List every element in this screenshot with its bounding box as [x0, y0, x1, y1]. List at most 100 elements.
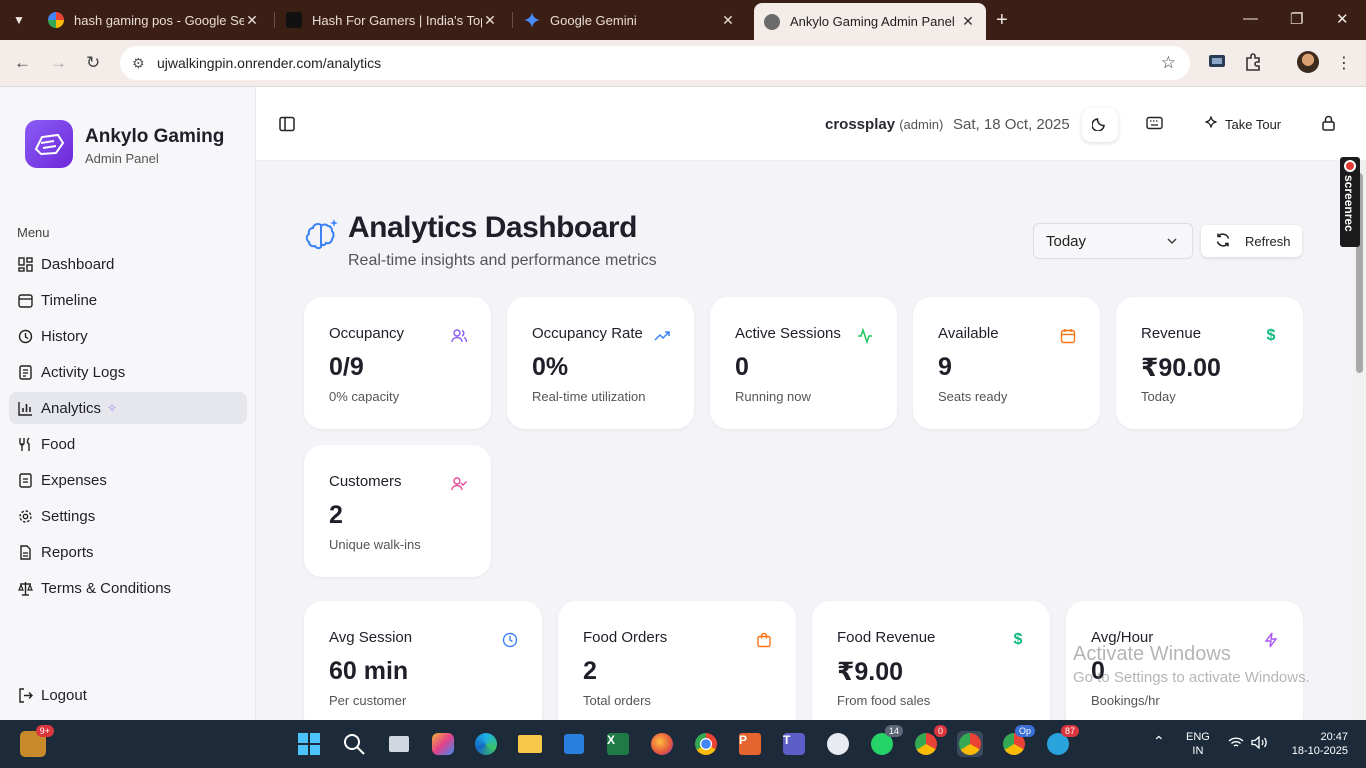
task-view-icon[interactable] [386, 731, 412, 757]
sidebar-item-settings[interactable]: Settings [9, 500, 247, 532]
sidebar-item-label: Dashboard [41, 255, 115, 273]
username-text: crossplay [825, 116, 896, 133]
lock-icon[interactable] [1321, 115, 1336, 136]
chrome-profile-icon[interactable]: 0 [913, 725, 947, 757]
history-icon [17, 328, 33, 344]
browser-tab[interactable]: Hash For Gamers | India's Top G ✕ [276, 3, 508, 37]
excel-icon[interactable]: X [605, 731, 631, 757]
logout-button[interactable]: Logout [9, 679, 247, 711]
refresh-button[interactable]: Refresh [1201, 225, 1302, 257]
card-title: Customers [329, 473, 402, 490]
activity-icon [857, 327, 873, 345]
list-icon [17, 364, 33, 380]
windows-taskbar: 9+ X P T 14 0 Op 87 ⌃ ENG IN 20:47 18-10… [0, 720, 1366, 768]
card-title: Food Orders [583, 629, 668, 646]
close-icon[interactable]: ✕ [244, 12, 260, 29]
globe-icon [764, 13, 780, 30]
sidebar-toggle-icon[interactable] [279, 116, 295, 137]
tab-search-button[interactable]: ▼ [8, 9, 30, 31]
minimize-icon[interactable]: — [1243, 10, 1258, 27]
sidebar-item-label: Food [41, 435, 76, 453]
tab-title: Hash For Gamers | India's Top G [312, 12, 482, 28]
widgets-icon[interactable]: 9+ [20, 725, 54, 757]
stat-card-food-revenue: Food Revenue $ ₹9.00 From food sales [812, 601, 1050, 720]
sidebar-item-dashboard[interactable]: Dashboard [9, 248, 247, 280]
card-value: ₹9.00 [837, 658, 904, 686]
browser-tab-active[interactable]: Ankylo Gaming Admin Panel ✕ [754, 3, 986, 40]
theme-toggle-button[interactable] [1082, 108, 1118, 142]
sidebar-item-label: Reports [41, 543, 94, 561]
close-icon[interactable]: ✕ [482, 12, 498, 29]
sidebar-item-reports[interactable]: Reports [9, 536, 247, 568]
keyboard-shortcuts-button[interactable] [1136, 108, 1172, 142]
sidebar-item-history[interactable]: History [9, 320, 247, 352]
sidebar-item-timeline[interactable]: Timeline [9, 284, 247, 316]
start-windows-icon[interactable] [296, 731, 322, 757]
tab-divider [512, 12, 513, 28]
telegram-icon[interactable]: 87 [1045, 725, 1079, 757]
sidebar: Ankylo Gaming Admin Panel Menu Dashboard… [0, 87, 256, 720]
chrome-icon[interactable] [693, 731, 719, 757]
file-icon [17, 544, 33, 560]
firefox-icon[interactable] [649, 731, 675, 757]
store-icon[interactable] [561, 731, 587, 757]
language-indicator[interactable]: ENG IN [1186, 730, 1210, 758]
whatsapp-icon[interactable]: 14 [869, 725, 903, 757]
address-bar-area: ← → ↻ ⚙ ujwalkingpin.onrender.com/analyt… [0, 40, 1366, 87]
powerpoint-icon[interactable]: P [737, 731, 763, 757]
tray-chevron-up-icon[interactable]: ⌃ [1153, 734, 1165, 748]
copilot-icon[interactable] [430, 731, 456, 757]
close-icon[interactable]: ✕ [960, 13, 976, 30]
volume-icon[interactable] [1251, 735, 1269, 753]
chrome-profile-2-icon[interactable]: Op [1001, 725, 1035, 757]
file-explorer-icon[interactable] [517, 731, 543, 757]
brand-subtitle: Admin Panel [85, 151, 159, 166]
window-close-icon[interactable]: ✕ [1336, 10, 1349, 28]
sidebar-item-analytics[interactable]: Analytics ✧ [9, 392, 247, 424]
sidebar-item-terms[interactable]: Terms & Conditions [9, 572, 247, 604]
card-value: 0 [735, 353, 749, 381]
main-content: Analytics Dashboard Real-time insights a… [256, 161, 1340, 720]
sidebar-item-label: Analytics [41, 399, 102, 417]
browser-menu-icon[interactable]: ⋮ [1336, 53, 1352, 73]
profile-avatar[interactable] [1297, 51, 1319, 73]
close-icon[interactable]: ✕ [720, 12, 736, 29]
browser-tab[interactable]: Google Gemini ✕ [514, 3, 746, 37]
speedometer-app-icon[interactable] [825, 731, 851, 757]
sidebar-item-label: Settings [41, 507, 96, 525]
screen-capture-extension-icon[interactable] [1208, 53, 1226, 74]
address-input[interactable]: ⚙ ujwalkingpin.onrender.com/analytics ☆ [120, 46, 1190, 80]
wifi-icon[interactable] [1228, 736, 1244, 753]
card-title: Active Sessions [735, 325, 841, 342]
back-icon[interactable]: ← [14, 53, 31, 73]
sidebar-item-expenses[interactable]: Expenses [9, 464, 247, 496]
clock[interactable]: 20:47 18-10-2025 [1284, 730, 1348, 758]
sidebar-item-label: Expenses [41, 471, 107, 489]
edge-icon[interactable] [473, 731, 499, 757]
new-tab-button[interactable]: + [996, 9, 1008, 31]
sidebar-item-activity-logs[interactable]: Activity Logs [9, 356, 247, 388]
period-select[interactable]: Today [1033, 223, 1193, 259]
chrome-active-icon[interactable] [957, 731, 983, 757]
screenrec-widget[interactable]: screenrec [1340, 157, 1360, 247]
bookmark-star-icon[interactable]: ☆ [1161, 53, 1176, 73]
brand-name: Ankylo Gaming [85, 126, 225, 147]
dollar-icon: $ [1013, 631, 1023, 648]
clock-time: 20:47 [1320, 731, 1348, 743]
url-text: ujwalkingpin.onrender.com/analytics [157, 55, 382, 71]
tab-title: hash gaming pos - Google Sear [74, 12, 244, 28]
search-icon[interactable] [341, 731, 367, 757]
restore-icon[interactable]: ❐ [1290, 10, 1303, 28]
sidebar-item-label: Activity Logs [41, 363, 126, 381]
windows-activation-subtitle: Go to Settings to activate Windows. [1073, 669, 1310, 686]
teams-icon[interactable]: T [781, 731, 807, 757]
forward-icon[interactable]: → [50, 53, 67, 73]
stat-card-occupancy-rate: Occupancy Rate 0% Real-time utilization [507, 297, 694, 429]
card-title: Occupancy Rate [532, 325, 643, 342]
sidebar-item-food[interactable]: Food [9, 428, 247, 460]
browser-tab[interactable]: hash gaming pos - Google Sear ✕ [38, 3, 270, 37]
reload-icon[interactable]: ↻ [86, 53, 100, 73]
extensions-puzzle-icon[interactable] [1244, 53, 1262, 76]
site-info-icon[interactable]: ⚙ [132, 55, 145, 72]
take-tour-button[interactable]: Take Tour [1204, 115, 1281, 133]
